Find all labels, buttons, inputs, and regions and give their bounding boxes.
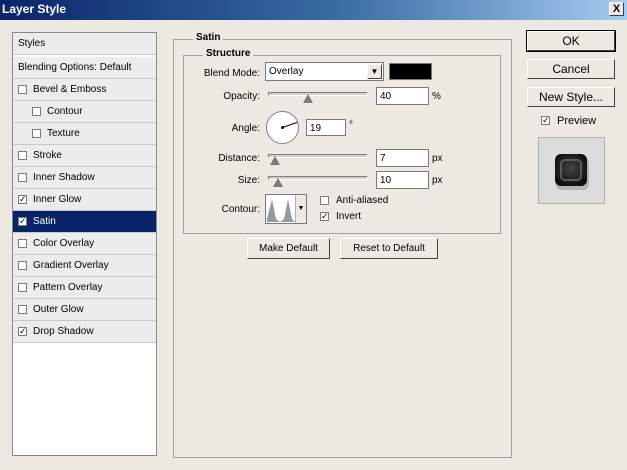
size-slider-track[interactable]	[268, 176, 368, 180]
sidebar-item-label: Outer Glow	[33, 304, 84, 315]
style-preview	[538, 137, 605, 204]
opacity-unit: %	[432, 91, 441, 102]
chevron-down-icon: ▼	[367, 64, 382, 79]
sidebar-item-contour[interactable]: Contour	[13, 101, 156, 123]
reset-to-default-button[interactable]: Reset to Default	[340, 238, 438, 259]
styles-list: Styles Blending Options: Default Bevel &…	[12, 32, 157, 456]
distance-value: 7	[380, 153, 386, 164]
preview-thumbnail-icon	[555, 154, 589, 190]
distance-slider-thumb[interactable]	[270, 156, 280, 165]
preview-label: Preview	[557, 115, 597, 127]
sidebar-item-label: Stroke	[33, 150, 62, 161]
distance-input[interactable]: 7	[376, 149, 429, 167]
blend-mode-label: Blend Mode:	[203, 68, 260, 79]
sidebar-checkbox[interactable]	[18, 283, 27, 292]
sidebar-item-texture[interactable]: Texture	[13, 123, 156, 145]
angle-label: Angle:	[231, 123, 260, 134]
sidebar-item-label: Pattern Overlay	[33, 282, 103, 293]
sidebar-checkbox[interactable]	[18, 261, 27, 270]
angle-value: 19	[310, 123, 322, 134]
sidebar-item-stroke[interactable]: Stroke	[13, 145, 156, 167]
structure-title: Structure	[203, 48, 254, 59]
sidebar-styles-header[interactable]: Styles	[13, 33, 156, 55]
angle-dial[interactable]	[265, 110, 300, 145]
opacity-slider-track[interactable]	[268, 92, 368, 96]
anti-aliased-checkbox[interactable]	[320, 196, 329, 205]
sidebar-checkbox[interactable]: ✓	[18, 327, 27, 336]
angle-input[interactable]: 19	[306, 119, 346, 136]
sidebar-item-label: Drop Shadow	[33, 326, 94, 337]
window-title: Layer Style	[2, 2, 67, 16]
preview-checkbox[interactable]: ✓	[541, 116, 550, 125]
sidebar-item-pattern-overlay[interactable]: Pattern Overlay	[13, 277, 156, 299]
size-slider-thumb[interactable]	[273, 178, 283, 187]
sidebar-item-label: Inner Shadow	[33, 172, 95, 183]
sidebar-item-gradient-overlay[interactable]: Gradient Overlay	[13, 255, 156, 277]
sidebar-item-label: Bevel & Emboss	[33, 84, 107, 95]
satin-title: Satin	[193, 32, 224, 43]
sidebar-checkbox[interactable]	[18, 173, 27, 182]
sidebar-checkbox[interactable]	[18, 305, 27, 314]
cancel-button[interactable]: Cancel	[527, 59, 615, 79]
sidebar-checkbox[interactable]	[18, 85, 27, 94]
blend-mode-value: Overlay	[269, 66, 304, 77]
opacity-slider-thumb[interactable]	[303, 94, 313, 103]
distance-slider-track[interactable]	[268, 154, 368, 158]
opacity-value: 40	[380, 91, 392, 102]
sidebar-item-bevel-emboss[interactable]: Bevel & Emboss	[13, 79, 156, 101]
anti-aliased-label: Anti-aliased	[336, 195, 389, 206]
title-bar: Layer Style X	[0, 0, 627, 20]
sidebar-checkbox[interactable]: ✓	[18, 217, 27, 226]
invert-label: Invert	[336, 211, 362, 222]
contour-curve-icon	[267, 199, 295, 222]
sidebar-item-color-overlay[interactable]: Color Overlay	[13, 233, 156, 255]
sidebar-item-label: Color Overlay	[33, 238, 95, 249]
close-button[interactable]: X	[609, 2, 624, 16]
contour-picker[interactable]: ▼	[265, 194, 307, 224]
invert-checkbox[interactable]: ✓	[320, 212, 329, 221]
blend-mode-select[interactable]: Overlay ▼	[265, 62, 384, 81]
sidebar-styles-label: Styles	[18, 38, 46, 49]
make-default-button[interactable]: Make Default	[247, 238, 330, 259]
opacity-label: Opacity:	[223, 91, 260, 102]
distance-label: Distance:	[218, 153, 260, 164]
sidebar-item-label: Gradient Overlay	[33, 260, 109, 271]
sidebar-checkbox[interactable]	[32, 129, 41, 138]
size-input[interactable]: 10	[376, 171, 429, 189]
sidebar-item-inner-glow[interactable]: ✓ Inner Glow	[13, 189, 156, 211]
sidebar-item-label: Inner Glow	[33, 194, 82, 205]
sidebar-item-label: Texture	[47, 128, 80, 139]
sidebar-checkbox[interactable]	[32, 107, 41, 116]
sidebar-item-drop-shadow[interactable]: ✓ Drop Shadow	[13, 321, 156, 343]
sidebar-item-label: Satin	[33, 216, 56, 227]
opacity-input[interactable]: 40	[376, 87, 429, 105]
angle-unit: °	[349, 120, 353, 131]
sidebar-item-outer-glow[interactable]: Outer Glow	[13, 299, 156, 321]
sidebar-checkbox[interactable]	[18, 151, 27, 160]
ok-button[interactable]: OK	[526, 30, 616, 52]
close-icon: X	[612, 3, 621, 15]
chevron-down-icon[interactable]: ▼	[295, 195, 306, 223]
sidebar-blending-label: Blending Options: Default	[18, 62, 132, 73]
sidebar-item-label: Contour	[47, 106, 83, 117]
new-style-button[interactable]: New Style...	[527, 87, 615, 107]
size-value: 10	[380, 175, 392, 186]
sidebar-item-satin[interactable]: ✓ Satin	[13, 211, 156, 233]
sidebar-checkbox[interactable]	[18, 239, 27, 248]
size-label: Size:	[237, 175, 260, 186]
contour-label: Contour:	[221, 204, 260, 215]
size-unit: px	[432, 175, 443, 186]
sidebar-checkbox[interactable]: ✓	[18, 195, 27, 204]
blend-color-swatch[interactable]	[389, 63, 432, 80]
sidebar-item-inner-shadow[interactable]: Inner Shadow	[13, 167, 156, 189]
sidebar-blending-options[interactable]: Blending Options: Default	[13, 57, 156, 79]
distance-unit: px	[432, 153, 443, 164]
